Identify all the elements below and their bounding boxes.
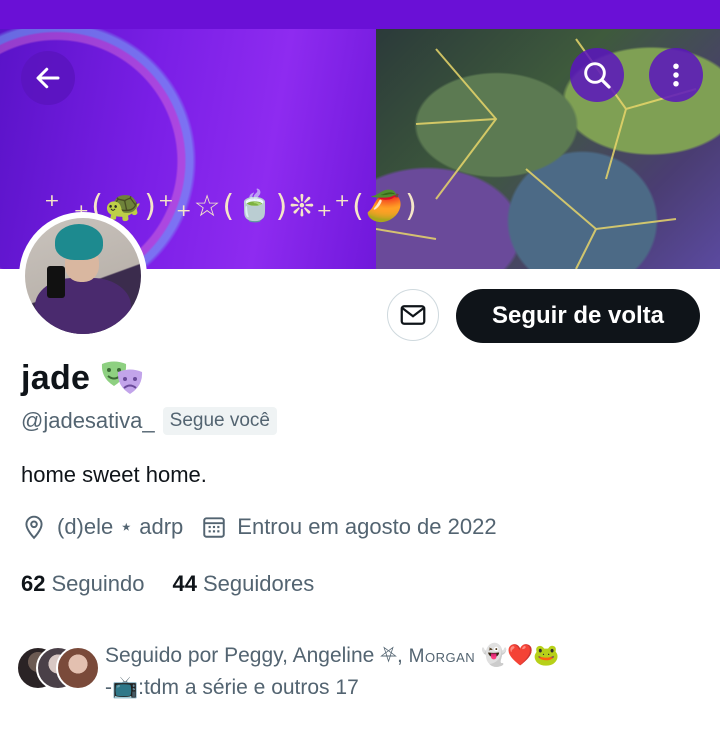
followed-by-prefix: Seguido por Peggy, Angeline ⛧, bbox=[105, 644, 409, 667]
envelope-icon bbox=[400, 305, 426, 325]
following-link[interactable]: 62 Seguindo bbox=[21, 571, 144, 597]
theater-masks-icon bbox=[102, 361, 143, 394]
profile-handle: @jadesativa_ bbox=[21, 408, 155, 433]
followed-by-text[interactable]: Seguido por Peggy, Angeline ⛧, Morgan 👻❤… bbox=[105, 640, 665, 703]
joined-text: Entrou em agosto de 2022 bbox=[237, 514, 497, 539]
following-count: 62 bbox=[21, 571, 46, 596]
followed-by-avatars[interactable] bbox=[16, 646, 100, 690]
follow-counts: 62 Seguindo 44 Seguidores bbox=[21, 571, 314, 597]
joined-item: Entrou em agosto de 2022 bbox=[201, 514, 497, 540]
status-bar bbox=[0, 0, 720, 29]
location-item: (d)ele ⋆ adrp bbox=[21, 514, 183, 540]
more-vertical-icon bbox=[673, 63, 679, 87]
location-pin-icon bbox=[25, 515, 43, 540]
handle-row: @jadesativa_ Segue você bbox=[21, 407, 277, 435]
arrow-left-icon bbox=[36, 67, 60, 89]
followers-label: Seguidores bbox=[202, 571, 315, 596]
follow-back-button[interactable]: Seguir de volta bbox=[456, 289, 700, 343]
location-text: (d)ele ⋆ adrp bbox=[57, 514, 184, 539]
back-button[interactable] bbox=[21, 51, 75, 105]
followed-by-emojis: 👻❤️🐸 bbox=[480, 644, 560, 667]
calendar-icon bbox=[203, 517, 226, 538]
profile-name: jade bbox=[21, 358, 91, 397]
profile-meta: (d)ele ⋆ adrp Entrou em agosto de 2022 bbox=[21, 514, 497, 540]
followers-count: 44 bbox=[172, 571, 197, 596]
follows-you-badge: Segue você bbox=[162, 407, 277, 435]
follower-avatar bbox=[56, 646, 100, 690]
profile-name-row: jade bbox=[21, 356, 146, 400]
profile-avatar[interactable] bbox=[19, 212, 147, 340]
followed-by-line2: -📺:tdm a série e outros 17 bbox=[105, 676, 359, 699]
following-label: Seguindo bbox=[51, 571, 145, 596]
followed-by-morgan: Morgan bbox=[408, 646, 476, 667]
message-button[interactable] bbox=[387, 289, 439, 341]
more-options-button[interactable] bbox=[649, 48, 703, 102]
profile-bio: home sweet home. bbox=[21, 462, 207, 487]
search-button[interactable] bbox=[570, 48, 624, 102]
followers-link[interactable]: 44 Seguidores bbox=[172, 571, 314, 597]
avatar-photo bbox=[25, 218, 141, 334]
search-icon bbox=[584, 62, 611, 89]
